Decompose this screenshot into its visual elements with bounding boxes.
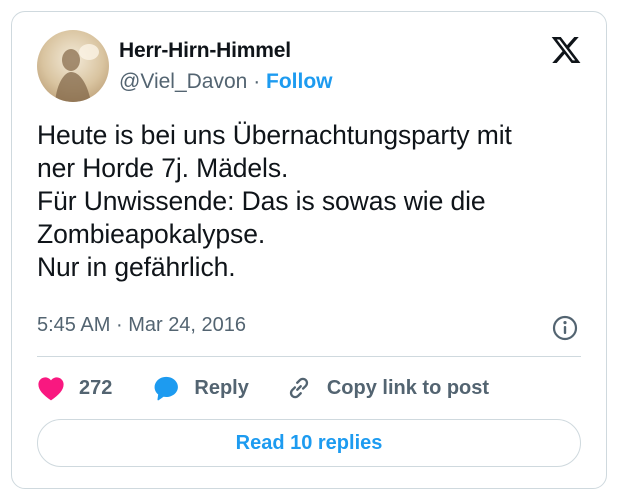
avatar[interactable] — [37, 30, 109, 102]
tweet-text-line: ner Horde 7j. Mädels. — [37, 153, 289, 183]
divider — [37, 356, 581, 357]
author-display-name[interactable]: Herr-Hirn-Himmel — [119, 39, 291, 63]
x-logo-icon[interactable] — [550, 34, 582, 66]
heart-icon — [38, 377, 64, 401]
author-handle-line: @Viel_Davon · Follow — [119, 70, 333, 94]
tweet-text: Heute is bei uns Übernachtungsparty mit … — [37, 119, 597, 284]
tweet-text-line: Nur in gefährlich. — [37, 252, 236, 282]
copy-link-button[interactable]: Copy link to post — [285, 374, 489, 402]
reply-label: Reply — [194, 376, 249, 399]
handle-separator: · — [253, 70, 261, 93]
read-replies-button[interactable]: Read 10 replies — [37, 419, 581, 467]
timestamp-separator: · — [115, 314, 123, 336]
action-bar: 272 Reply Copy link to post — [37, 370, 489, 406]
follow-button[interactable]: Follow — [266, 70, 333, 93]
tweet-timestamp: 5:45 AM · Mar 24, 2016 — [37, 314, 246, 337]
tweet-time[interactable]: 5:45 AM — [37, 314, 110, 336]
like-button[interactable]: 272 — [37, 375, 112, 401]
profile-photo-image — [37, 30, 109, 102]
tweet-date[interactable]: Mar 24, 2016 — [128, 314, 246, 336]
info-icon[interactable] — [551, 314, 579, 342]
copy-link-label: Copy link to post — [326, 376, 490, 399]
tweet-card: Herr-Hirn-Himmel @Viel_Davon · Follow He… — [11, 11, 607, 489]
like-count: 272 — [79, 376, 113, 399]
speech-bubble-icon — [154, 376, 179, 401]
reply-button[interactable]: Reply — [152, 374, 249, 402]
author-handle[interactable]: @Viel_Davon — [119, 70, 247, 93]
tweet-text-line: Heute is bei uns Übernachtungsparty mit — [37, 120, 512, 150]
tweet-text-line: Zombieapokalypse. — [37, 219, 266, 249]
tweet-text-line: Für Unwissende: Das is sowas wie die — [37, 186, 486, 216]
link-icon — [289, 377, 308, 399]
